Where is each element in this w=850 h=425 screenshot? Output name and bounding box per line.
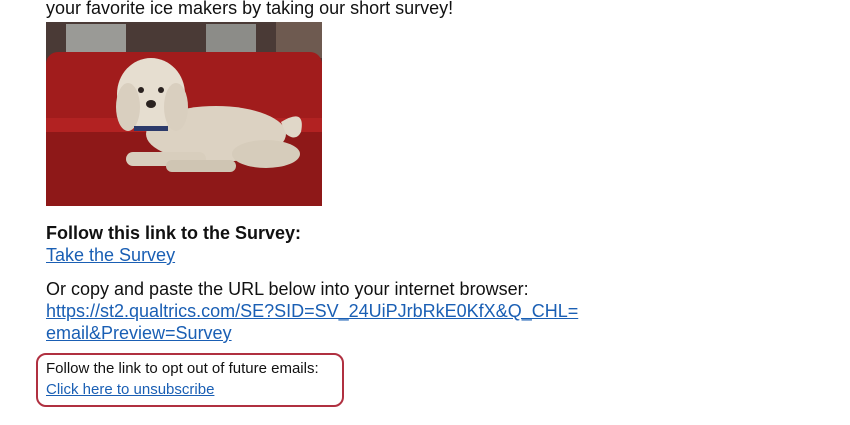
unsubscribe-link[interactable]: Click here to unsubscribe: [46, 381, 214, 399]
dog-photo: [46, 22, 322, 206]
take-survey-link[interactable]: Take the Survey: [46, 244, 175, 266]
survey-heading: Follow this link to the Survey:: [46, 223, 302, 243]
survey-url-line-1: https://st2.qualtrics.com/SE?SID=SV_24Ui…: [46, 301, 579, 321]
survey-url-link[interactable]: https://st2.qualtrics.com/SE?SID=SV_24Ui…: [46, 300, 578, 344]
intro-text: your favorite ice makers by taking our s…: [46, 0, 454, 18]
survey-url-line-2: email&Preview=Survey: [46, 323, 232, 343]
copy-url-instructions: Or copy and paste the URL below into you…: [46, 279, 529, 299]
optout-text: Follow the link to opt out of future ema…: [46, 360, 319, 377]
